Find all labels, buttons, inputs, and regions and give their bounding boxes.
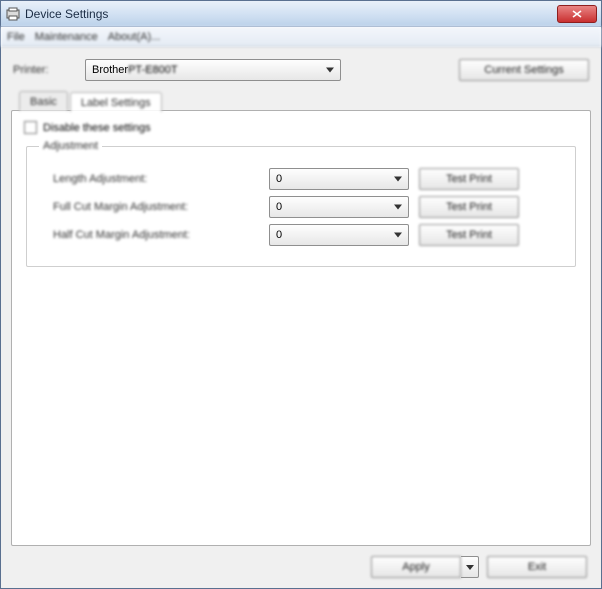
apply-dropdown-button[interactable] xyxy=(461,556,479,578)
app-icon xyxy=(5,6,21,22)
tab-label-settings[interactable]: Label Settings xyxy=(70,92,162,112)
apply-split-button: Apply xyxy=(371,556,479,578)
chevron-down-icon xyxy=(326,68,334,73)
menu-about[interactable]: About(A)... xyxy=(108,31,161,43)
chevron-down-icon xyxy=(394,177,402,182)
adjustment-group: Adjustment Length Adjustment: 0 Test Pri… xyxy=(26,140,576,267)
tab-basic-label: Basic xyxy=(30,96,57,108)
tab-panel-label-settings: Disable these settings Adjustment Length… xyxy=(11,110,591,546)
current-settings-button[interactable]: Current Settings xyxy=(459,59,589,81)
close-button[interactable] xyxy=(557,5,597,23)
disable-settings-label: Disable these settings xyxy=(43,122,151,134)
disable-settings-checkbox[interactable] xyxy=(24,121,37,134)
half-cut-test-print-button[interactable]: Test Print xyxy=(419,224,519,246)
full-cut-test-print-button[interactable]: Test Print xyxy=(419,196,519,218)
apply-label: Apply xyxy=(402,561,430,573)
half-cut-margin-select[interactable]: 0 xyxy=(269,224,409,246)
chevron-down-icon xyxy=(394,205,402,210)
disable-settings-row: Disable these settings xyxy=(24,121,578,134)
printer-value-prefix: Brother xyxy=(92,64,128,76)
half-cut-margin-label: Half Cut Margin Adjustment: xyxy=(39,229,259,241)
printer-label: Printer: xyxy=(13,64,73,76)
full-cut-margin-label: Full Cut Margin Adjustment: xyxy=(39,201,259,213)
half-cut-margin-value: 0 xyxy=(276,229,282,241)
menu-maintenance[interactable]: Maintenance xyxy=(35,31,98,43)
close-icon xyxy=(572,10,582,18)
test-print-label: Test Print xyxy=(446,173,492,185)
exit-label: Exit xyxy=(528,561,546,573)
window-title: Device Settings xyxy=(25,7,557,21)
exit-button[interactable]: Exit xyxy=(487,556,587,578)
chevron-down-icon xyxy=(394,233,402,238)
titlebar: Device Settings xyxy=(1,1,601,27)
menubar: File Maintenance About(A)... xyxy=(1,27,601,47)
adjustment-row: Full Cut Margin Adjustment: 0 Test Print xyxy=(39,196,563,218)
length-adjustment-value: 0 xyxy=(276,173,282,185)
printer-select[interactable]: Brother PT-E800T xyxy=(85,59,341,81)
current-settings-label: Current Settings xyxy=(484,64,563,76)
length-test-print-button[interactable]: Test Print xyxy=(419,168,519,190)
client-area: Printer: Brother PT-E800T Current Settin… xyxy=(1,47,601,588)
bottom-button-row: Apply Exit xyxy=(11,546,591,578)
printer-value-model: PT-E800T xyxy=(128,64,178,76)
tab-basic[interactable]: Basic xyxy=(19,91,68,111)
full-cut-margin-value: 0 xyxy=(276,201,282,213)
full-cut-margin-select[interactable]: 0 xyxy=(269,196,409,218)
tab-label-settings-label: Label Settings xyxy=(81,97,151,109)
adjustment-row: Half Cut Margin Adjustment: 0 Test Print xyxy=(39,224,563,246)
test-print-label: Test Print xyxy=(446,201,492,213)
apply-button[interactable]: Apply xyxy=(371,556,461,578)
adjustment-legend: Adjustment xyxy=(39,140,102,152)
menu-file[interactable]: File xyxy=(7,31,25,43)
length-adjustment-label: Length Adjustment: xyxy=(39,173,259,185)
length-adjustment-select[interactable]: 0 xyxy=(269,168,409,190)
tab-strip: Basic Label Settings xyxy=(11,91,591,111)
printer-row: Printer: Brother PT-E800T Current Settin… xyxy=(11,55,591,91)
test-print-label: Test Print xyxy=(446,229,492,241)
adjustment-row: Length Adjustment: 0 Test Print xyxy=(39,168,563,190)
chevron-down-icon xyxy=(466,565,474,570)
